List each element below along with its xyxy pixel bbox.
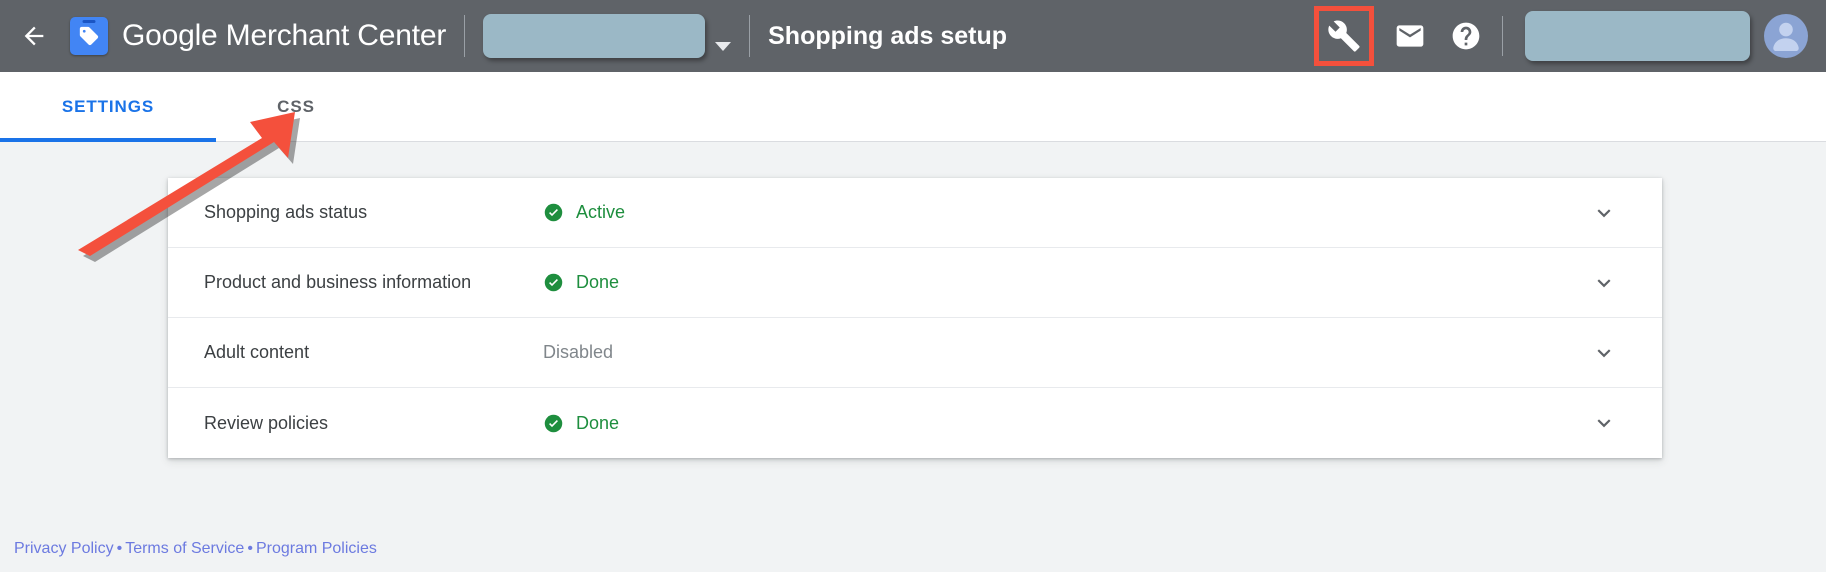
brand-suffix-text: Merchant Center: [217, 19, 447, 52]
user-email-field[interactable]: [1525, 11, 1750, 61]
row-label: Adult content: [204, 342, 310, 362]
merchant-center-logo: [70, 17, 108, 55]
table-row[interactable]: Review policies Done: [168, 388, 1662, 458]
tools-settings-button[interactable]: [1314, 6, 1374, 66]
mail-icon: [1396, 25, 1424, 47]
account-chevron-down-icon[interactable]: [715, 41, 732, 51]
check-circle-icon: [544, 273, 563, 292]
status-text: Disabled: [543, 342, 614, 362]
main-content: Shopping ads status Active Product and b…: [0, 142, 1826, 572]
header-divider-3: [1502, 16, 1503, 56]
expand-row-button[interactable]: [1572, 270, 1636, 296]
account-selector[interactable]: [483, 14, 706, 58]
chevron-down-icon: [1597, 348, 1611, 357]
privacy-policy-link[interactable]: Privacy Policy: [14, 540, 114, 557]
help-button[interactable]: [1438, 8, 1494, 64]
chevron-down-icon: [1597, 278, 1611, 287]
arrow-left-icon: [24, 26, 44, 46]
terms-of-service-link[interactable]: Terms of Service: [125, 540, 244, 557]
table-row[interactable]: Product and business information Done: [168, 248, 1662, 318]
brand-google-text: Google: [122, 19, 218, 52]
tab-settings[interactable]: SETTINGS: [0, 72, 216, 142]
tab-css[interactable]: CSS: [216, 72, 376, 142]
status-badge: Active: [543, 202, 625, 223]
status-text: Active: [576, 202, 626, 222]
check-circle-icon: [544, 203, 563, 222]
header-divider-1: [464, 15, 466, 57]
status-badge: Done: [543, 272, 619, 293]
back-button[interactable]: [14, 16, 54, 56]
program-policies-link[interactable]: Program Policies: [256, 540, 377, 557]
expand-row-button[interactable]: [1572, 340, 1636, 366]
wrench-icon: [1328, 20, 1360, 52]
status-text: Done: [576, 272, 620, 292]
status-badge: Disabled: [543, 342, 613, 363]
avatar[interactable]: [1764, 14, 1808, 58]
status-badge: Done: [543, 413, 619, 434]
help-icon: [1452, 22, 1480, 50]
merchant-center-page: Google Merchant Center Shopping ads setu…: [0, 0, 1826, 572]
page-title: Shopping ads setup: [768, 21, 1008, 50]
chevron-down-icon: [1597, 419, 1611, 428]
footer-links: Privacy Policy • Terms of Service • Program …: [14, 540, 377, 558]
messages-button[interactable]: [1382, 8, 1438, 64]
expand-row-button[interactable]: [1572, 410, 1636, 436]
table-row[interactable]: Adult content Disabled: [168, 318, 1662, 388]
avatar-icon: [1773, 22, 1799, 52]
row-label: Review policies: [204, 412, 329, 433]
row-label: Shopping ads status: [204, 202, 368, 222]
footer-separator: •: [116, 540, 123, 557]
header-divider-2: [749, 15, 751, 57]
merchant-center-tag-icon: [79, 26, 99, 46]
chevron-down-icon: [1597, 208, 1611, 217]
expand-row-button[interactable]: [1572, 200, 1636, 226]
check-circle-icon: [544, 414, 563, 432]
app-header: Google Merchant Center Shopping ads setu…: [0, 0, 1826, 72]
tab-bar: SETTINGS CSS: [0, 72, 1826, 142]
row-label: Product and business information: [204, 272, 472, 292]
footer-separator: •: [247, 540, 253, 557]
shopping-ads-setup-card: Shopping ads status Active Product and b…: [168, 178, 1662, 458]
brand-title: Google Merchant Center: [122, 19, 446, 53]
status-text: Done: [576, 412, 620, 433]
table-row[interactable]: Shopping ads status Active: [168, 178, 1662, 248]
